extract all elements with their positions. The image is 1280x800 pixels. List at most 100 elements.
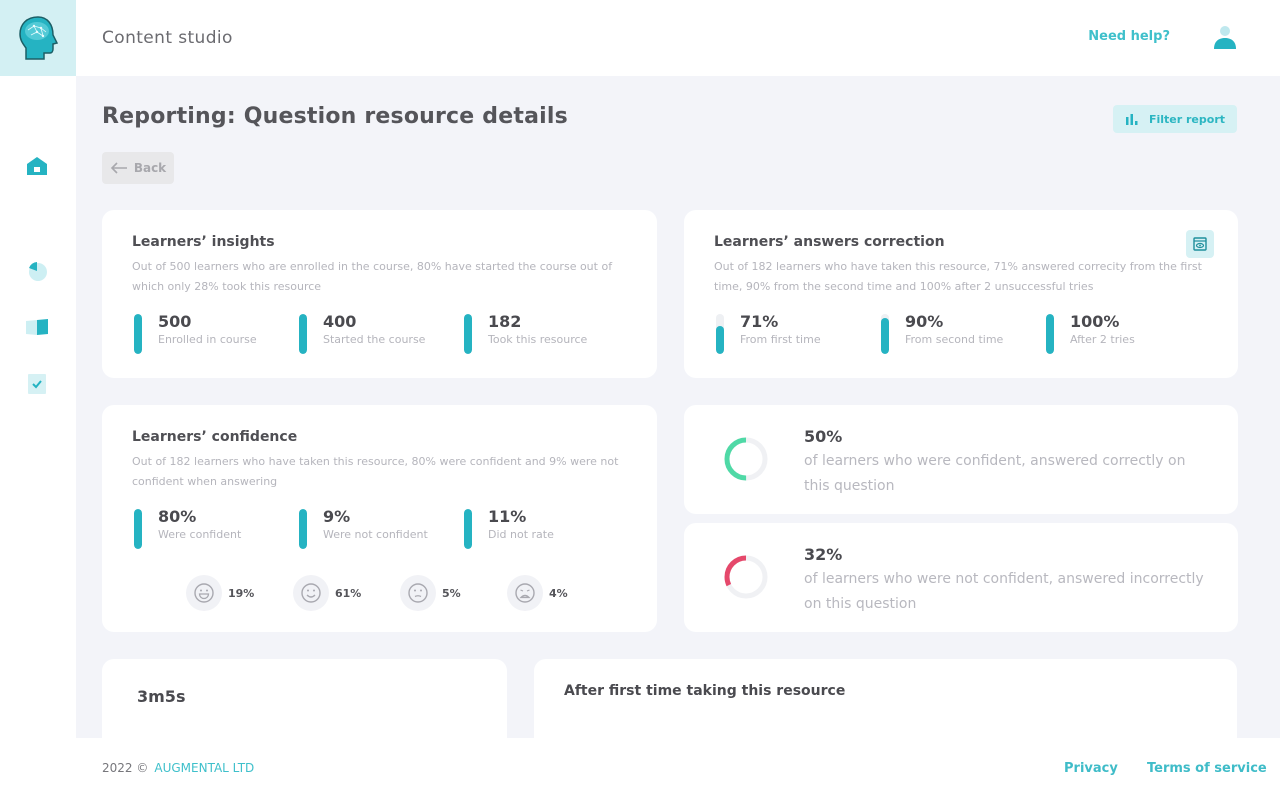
progress-bar [134, 314, 142, 354]
checklist-icon [28, 374, 46, 394]
unconfident-incorrect-card: 32% of learners who were not confident, … [684, 523, 1238, 632]
confidence-ratings: 19% 61% 5% 4% [186, 575, 614, 611]
very-happy-face-icon [194, 583, 214, 603]
stat-enrolled: 500 Enrolled in course [134, 312, 299, 354]
filter-report-label: Filter report [1148, 112, 1225, 126]
progress-bar [299, 509, 307, 549]
neutral-face-icon [408, 583, 428, 603]
stat-value: 9% [323, 507, 351, 526]
rating-percent: 4% [549, 586, 568, 600]
stat-label: Enrolled in course [158, 333, 257, 346]
app-title: Content studio [102, 28, 233, 48]
progress-bar [464, 314, 472, 354]
stat-value: 100% [1070, 312, 1120, 331]
stat-label: Took this resource [488, 333, 588, 346]
stat-after-two-tries: 100% After 2 tries [1046, 312, 1211, 354]
privacy-link[interactable]: Privacy [1064, 761, 1118, 776]
terms-of-service-link[interactable]: Terms of service [1147, 761, 1267, 776]
stat-value: 11% [488, 507, 527, 526]
preview-button[interactable] [1186, 230, 1214, 258]
bar-chart-icon [1125, 114, 1138, 125]
percent-value: 32% [804, 545, 843, 564]
progress-bar [1046, 314, 1054, 354]
rating-percent: 5% [442, 586, 461, 600]
company-name: AUGMENTAL LTD [154, 761, 255, 775]
card-title: After first time taking this resource [564, 683, 846, 699]
stat-second-time: 90% From second time [881, 312, 1046, 354]
stat-value: 80% [158, 507, 197, 526]
after-first-time-card: After first time taking this resource [534, 659, 1237, 738]
answers-correction-card: Learners’ answers correction Out of 182 … [684, 210, 1238, 378]
card-description: Out of 500 learners who are enrolled in … [132, 260, 613, 293]
learners-insights-card: Learners’ insights Out of 500 learners w… [102, 210, 657, 378]
stat-label: Did not rate [488, 528, 554, 541]
confident-correct-donut [724, 437, 768, 481]
back-label: Back [133, 161, 167, 175]
copyright: 2022 © AUGMENTAL LTD [102, 761, 254, 775]
eye-icon [1193, 237, 1207, 251]
sidebar [0, 76, 76, 738]
card-title: Learners’ answers correction [714, 234, 945, 250]
sidebar-item-home[interactable] [24, 153, 50, 179]
copyright-year: 2022 © [102, 761, 149, 775]
confident-correct-card: 50% of learners who were confident, answ… [684, 405, 1238, 514]
stat-label: From first time [740, 333, 821, 346]
filter-report-button[interactable]: Filter report [1112, 105, 1237, 133]
time-spent-card: 3m5s [102, 659, 507, 738]
stat-did-not-rate: 11% Did not rate [464, 507, 629, 549]
stat-confident: 80% Were confident [134, 507, 299, 549]
time-value: 3m5s [137, 687, 186, 706]
top-bar: Content studio Need help? [76, 0, 1280, 76]
sidebar-item-library[interactable] [24, 314, 50, 340]
back-button[interactable]: Back [102, 152, 174, 184]
progress-bar [881, 314, 889, 354]
progress-bar [134, 509, 142, 549]
stat-value: 400 [323, 312, 357, 331]
rating-neutral: 5% [400, 575, 507, 611]
progress-bar [464, 509, 472, 549]
learners-confidence-card: Learners’ confidence Out of 182 learners… [102, 405, 657, 632]
sad-face-icon [515, 583, 535, 603]
stat-first-time: 71% From first time [716, 312, 881, 354]
stats-row: 500 Enrolled in course 400 Started the cou… [134, 312, 629, 354]
percent-value: 50% [804, 427, 843, 446]
arrow-left-icon [110, 162, 127, 174]
happy-face-icon [301, 583, 321, 603]
stat-not-confident: 9% Were not confident [299, 507, 464, 549]
brain-head-logo-icon [19, 16, 59, 60]
stat-label: Were confident [158, 528, 242, 541]
stat-started: 400 Started the course [299, 312, 464, 354]
rating-very-happy: 19% [186, 575, 293, 611]
stat-value: 71% [740, 312, 779, 331]
home-icon [27, 157, 47, 175]
footer: 2022 © AUGMENTAL LTD Privacy Terms of ser… [0, 738, 1280, 800]
stat-label: Were not confident [323, 528, 428, 541]
sidebar-item-tasks[interactable] [24, 371, 50, 397]
stat-label: From second time [905, 333, 1004, 346]
stat-value: 182 [488, 312, 522, 331]
page-title: Reporting: Question resource details [102, 104, 568, 129]
stat-value: 90% [905, 312, 944, 331]
card-description: Out of 182 learners who have taken this … [132, 455, 619, 488]
rating-percent: 61% [335, 586, 362, 600]
need-help-link[interactable]: Need help? [1088, 29, 1170, 44]
stats-row: 71% From first time 90% From second time 1… [716, 312, 1211, 354]
percent-description: of learners who were not confident, answ… [804, 571, 1204, 612]
rating-percent: 19% [228, 586, 255, 600]
stat-label: Started the course [323, 333, 426, 346]
sidebar-item-reports[interactable] [24, 258, 50, 284]
card-title: Learners’ insights [132, 234, 275, 250]
stat-value: 500 [158, 312, 192, 331]
user-avatar-button[interactable] [1212, 24, 1238, 50]
progress-bar [716, 314, 724, 354]
main-content: Reporting: Question resource details Fil… [76, 76, 1280, 738]
card-description: Out of 182 learners who have taken this … [714, 260, 1202, 293]
progress-bar [299, 314, 307, 354]
book-icon [26, 319, 48, 335]
logo[interactable] [0, 0, 76, 76]
stats-row: 80% Were confident 9% Were not confident 1… [134, 507, 629, 549]
pie-chart-icon [29, 262, 47, 281]
card-title: Learners’ confidence [132, 429, 298, 445]
percent-description: of learners who were confident, answered… [804, 453, 1186, 494]
rating-sad: 4% [507, 575, 614, 611]
